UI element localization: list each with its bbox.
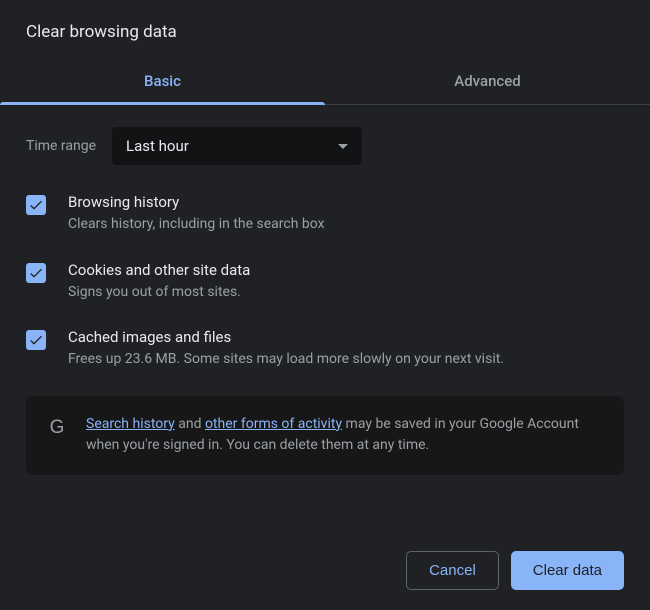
option-title: Browsing history xyxy=(68,193,624,211)
clear-browsing-data-dialog: Clear browsing data Basic Advanced Time … xyxy=(0,0,650,610)
tab-advanced[interactable]: Advanced xyxy=(325,60,650,104)
checkbox-browsing-history[interactable] xyxy=(26,195,46,215)
option-desc: Clears history, including in the search … xyxy=(68,215,624,235)
option-desc: Frees up 23.6 MB. Some sites may load mo… xyxy=(68,350,624,370)
check-icon xyxy=(28,332,44,348)
chevron-down-icon xyxy=(338,144,348,149)
time-range-value: Last hour xyxy=(126,137,189,155)
time-range-select[interactable]: Last hour xyxy=(112,127,362,165)
option-title: Cached images and files xyxy=(68,328,624,346)
option-text: Cached images and files Frees up 23.6 MB… xyxy=(68,328,624,370)
info-text-fragment: and xyxy=(175,416,205,432)
time-range-row: Time range Last hour xyxy=(26,127,624,165)
option-cache: Cached images and files Frees up 23.6 MB… xyxy=(26,328,624,370)
option-text: Browsing history Clears history, includi… xyxy=(68,193,624,235)
search-history-link[interactable]: Search history xyxy=(86,416,175,432)
option-text: Cookies and other site data Signs you ou… xyxy=(68,261,624,303)
cancel-button[interactable]: Cancel xyxy=(406,551,499,590)
other-activity-link[interactable]: other forms of activity xyxy=(205,416,342,432)
info-text: Search history and other forms of activi… xyxy=(86,414,604,457)
tab-basic[interactable]: Basic xyxy=(0,60,325,104)
google-account-info-banner: G Search history and other forms of acti… xyxy=(26,396,624,475)
check-icon xyxy=(28,265,44,281)
option-browsing-history: Browsing history Clears history, includi… xyxy=(26,193,624,235)
google-g-icon: G xyxy=(46,417,68,439)
checkbox-cookies[interactable] xyxy=(26,263,46,283)
check-icon xyxy=(28,197,44,213)
checkbox-cache[interactable] xyxy=(26,330,46,350)
dialog-title: Clear browsing data xyxy=(0,0,650,60)
tabs: Basic Advanced xyxy=(0,60,650,105)
option-title: Cookies and other site data xyxy=(68,261,624,279)
clear-data-button[interactable]: Clear data xyxy=(511,551,624,590)
time-range-label: Time range xyxy=(26,138,96,154)
option-desc: Signs you out of most sites. xyxy=(68,283,624,303)
option-cookies: Cookies and other site data Signs you ou… xyxy=(26,261,624,303)
dialog-footer: Cancel Clear data xyxy=(0,533,650,610)
dialog-body: Time range Last hour Browsing history Cl… xyxy=(0,105,650,533)
